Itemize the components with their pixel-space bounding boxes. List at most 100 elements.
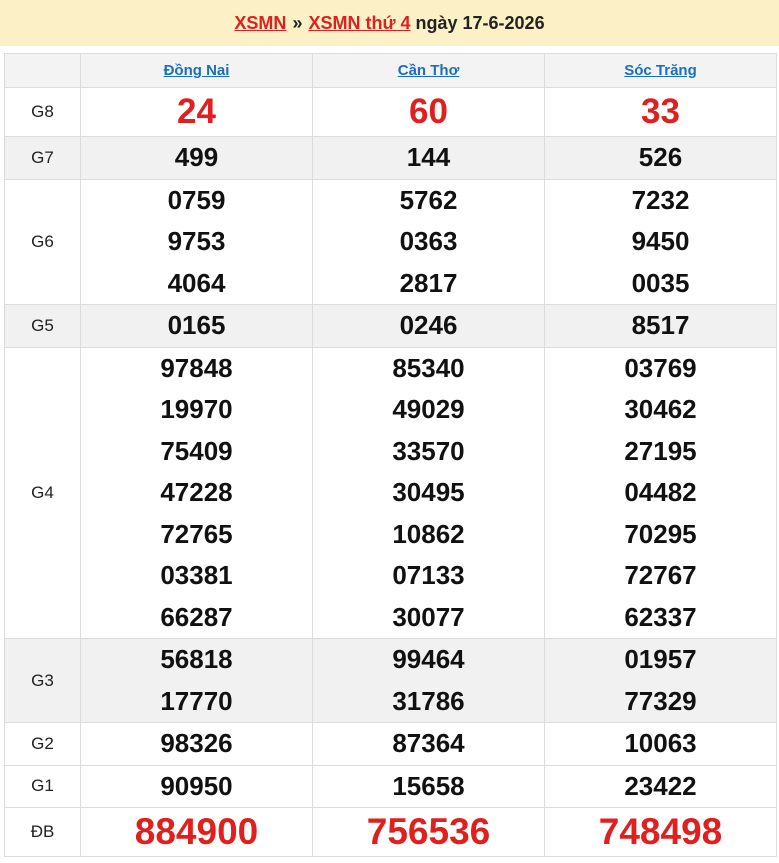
header-corner-cell — [4, 53, 81, 88]
prize-row: G4 97848 19970 75409 47228 72765 03381 66287 853… — [4, 346, 777, 639]
prize-label: G1 — [4, 764, 81, 808]
prize-number: 30077 — [392, 601, 465, 632]
prize-cell: 99464 31786 — [312, 638, 545, 723]
prize-number: 66287 — [160, 601, 233, 632]
prize-number: 85340 — [392, 352, 465, 383]
prize-number: 07133 — [392, 560, 465, 590]
prize-number: 0035 — [631, 267, 690, 298]
prize-number: 0246 — [399, 310, 458, 340]
results-table: Đồng Nai Cần Thơ Sóc Trăng G8 24 60 33 G7 499… — [4, 53, 777, 857]
prize-number: 70295 — [624, 518, 697, 549]
prize-number: 526 — [638, 142, 683, 172]
prize-row: G3 56818 17770 99464 31786 01957 77329 — [4, 638, 777, 723]
breadcrumb-separator: » — [292, 12, 303, 33]
prize-number: 19970 — [160, 394, 233, 424]
prize-number: 30462 — [624, 394, 697, 424]
prize-number: 30495 — [392, 477, 465, 507]
prize-cell: 90950 — [80, 764, 313, 808]
prize-cell: 5762 0363 2817 — [312, 178, 545, 305]
prize-number: 87364 — [392, 728, 465, 758]
prize-number: 10063 — [624, 728, 697, 758]
prize-label: G8 — [4, 87, 81, 137]
prize-number: 03381 — [160, 560, 233, 590]
prize-number: 0165 — [167, 310, 226, 340]
prize-row: G2 98326 87364 10063 — [4, 722, 777, 766]
prize-cell: 7232 9450 0035 — [544, 178, 777, 305]
xsmn-weekday-link[interactable]: XSMN thứ 4 — [308, 13, 410, 34]
prize-number: 72767 — [624, 560, 697, 590]
prize-cell: 60 — [312, 87, 545, 137]
page-header: XSMN » XSMN thứ 4 ngày 17-6-2026 — [0, 0, 779, 46]
prize-number: 75409 — [160, 435, 233, 466]
prize-cell: 526 — [544, 136, 777, 180]
province-link-soc-trang[interactable]: Sóc Trăng — [624, 62, 697, 79]
prize-number: 62337 — [624, 601, 697, 632]
prize-number: 17770 — [160, 685, 233, 716]
prize-label: G2 — [4, 722, 81, 766]
prize-number: 23422 — [624, 770, 697, 801]
province-header-cell: Sóc Trăng — [544, 53, 777, 88]
prize-cell: 56818 17770 — [80, 638, 313, 723]
prize-number: 97848 — [160, 352, 233, 383]
province-header-cell: Cần Thơ — [312, 53, 545, 88]
prize-number: 03769 — [624, 352, 697, 383]
prize-cell: 10063 — [544, 722, 777, 766]
prize-row: G8 24 60 33 — [4, 87, 777, 137]
prize-number: 72765 — [160, 518, 233, 549]
prize-number: 01957 — [624, 644, 697, 674]
prize-label: G3 — [4, 638, 81, 723]
prize-cell: 0165 — [80, 304, 313, 348]
prize-row: G7 499 144 526 — [4, 136, 777, 180]
prize-row: ĐB 884900 756536 748498 — [4, 807, 777, 857]
prize-number: 49029 — [392, 394, 465, 424]
prize-cell: 01957 77329 — [544, 638, 777, 723]
xsmn-link[interactable]: XSMN — [234, 13, 286, 34]
prize-cell: 748498 — [544, 807, 777, 857]
prize-number: 5762 — [399, 184, 458, 215]
prize-number: 499 — [174, 142, 219, 172]
prize-cell: 0246 — [312, 304, 545, 348]
prize-number: 2817 — [399, 267, 458, 298]
prize-cell: 8517 — [544, 304, 777, 348]
prize-number: 04482 — [624, 477, 697, 507]
prize-cell: 97848 19970 75409 47228 72765 03381 66287 — [80, 346, 313, 639]
prize-number: 56818 — [160, 644, 233, 674]
prize-row: G5 0165 0246 8517 — [4, 304, 777, 348]
prize-number: 8517 — [631, 310, 690, 340]
prize-number: 90950 — [160, 770, 233, 801]
prize-cell: 24 — [80, 87, 313, 137]
prize-cell: 0759 9753 4064 — [80, 178, 313, 305]
prize-number: 748498 — [598, 811, 723, 852]
prize-label: G5 — [4, 304, 81, 348]
prize-cell: 03769 30462 27195 04482 70295 72767 62337 — [544, 346, 777, 639]
prize-label: G6 — [4, 178, 81, 305]
prize-number: 15658 — [392, 770, 465, 801]
prize-number: 10862 — [392, 518, 465, 549]
prize-number: 9450 — [631, 226, 690, 256]
prize-number: 0363 — [399, 226, 458, 256]
prize-number: 144 — [406, 142, 451, 172]
province-header-cell: Đồng Nai — [80, 53, 313, 88]
province-link-can-tho[interactable]: Cần Thơ — [398, 62, 460, 79]
prize-number: 31786 — [392, 685, 465, 716]
prize-label: G4 — [4, 346, 81, 639]
prize-cell: 884900 — [80, 807, 313, 857]
prize-cell: 499 — [80, 136, 313, 180]
prize-number: 99464 — [392, 644, 465, 674]
prize-label: G7 — [4, 136, 81, 180]
prize-number: 756536 — [366, 811, 491, 852]
draw-date: ngày 17-6-2026 — [415, 12, 545, 33]
prize-label: ĐB — [4, 807, 81, 857]
prize-row: G1 90950 15658 23422 — [4, 764, 777, 808]
prize-number: 7232 — [631, 184, 690, 215]
prize-number: 0759 — [167, 184, 226, 215]
prize-cell: 33 — [544, 87, 777, 137]
prize-number: 24 — [177, 92, 216, 131]
province-header-row: Đồng Nai Cần Thơ Sóc Trăng — [4, 53, 777, 88]
prize-number: 9753 — [167, 226, 226, 256]
prize-number: 98326 — [160, 728, 233, 758]
province-link-dong-nai[interactable]: Đồng Nai — [164, 62, 230, 79]
prize-number: 60 — [409, 92, 448, 131]
prize-cell: 15658 — [312, 764, 545, 808]
prize-number: 33 — [641, 92, 680, 131]
